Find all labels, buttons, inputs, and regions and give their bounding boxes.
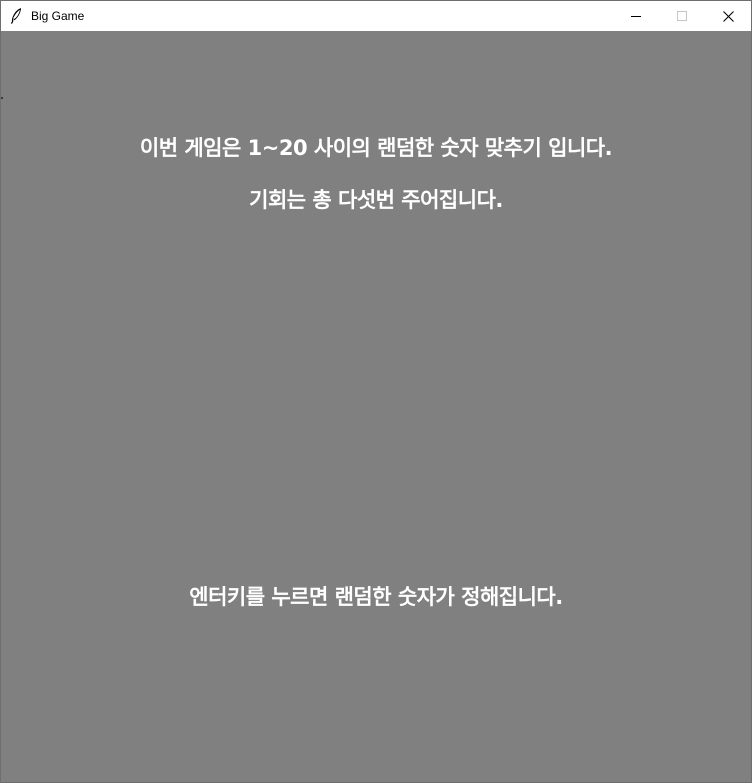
feather-icon: [10, 8, 21, 24]
edge-mark: [1, 97, 3, 99]
maximize-icon: [677, 11, 687, 21]
chances-text: 기회는 총 다섯번 주어집니다.: [249, 188, 503, 212]
maximize-button[interactable]: [659, 1, 705, 31]
close-icon: [722, 10, 734, 22]
game-window: Big Game 이번 게임은 1~20 사이의 랜덤한 숫자 맞추기 입니다.…: [0, 0, 752, 783]
intro-text: 이번 게임은 1~20 사이의 랜덤한 숫자 맞추기 입니다.: [139, 136, 613, 160]
minimize-icon: [631, 16, 641, 17]
game-canvas[interactable]: 이번 게임은 1~20 사이의 랜덤한 숫자 맞추기 입니다. 기회는 총 다섯…: [1, 31, 751, 782]
close-button[interactable]: [705, 1, 751, 31]
title-bar[interactable]: Big Game: [1, 1, 751, 31]
window-title: Big Game: [31, 9, 85, 23]
enter-prompt-text: 엔터키를 누르면 랜덤한 숫자가 정해집니다.: [189, 585, 563, 609]
minimize-button[interactable]: [613, 1, 659, 31]
